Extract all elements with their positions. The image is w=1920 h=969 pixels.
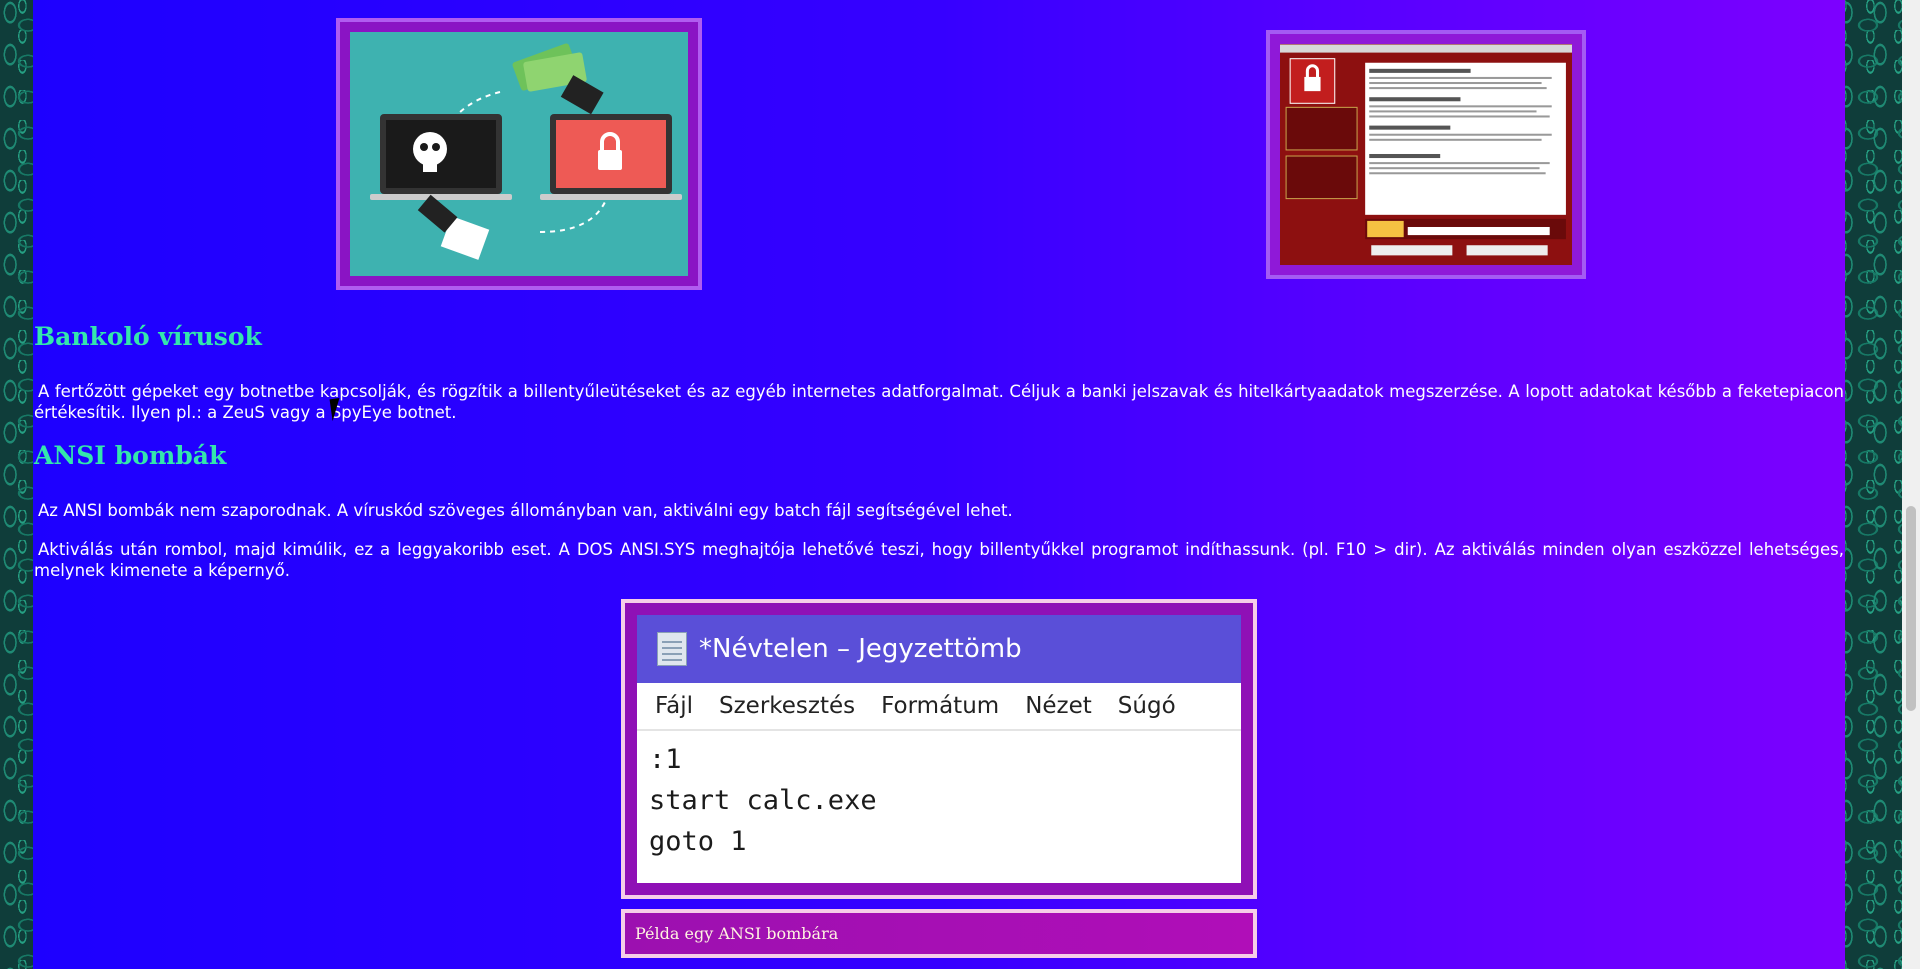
caption-text: Példa egy ANSI bombára bbox=[635, 924, 839, 943]
notepad-line: :1 bbox=[649, 744, 682, 775]
wannacry-screenshot bbox=[1266, 30, 1586, 279]
notepad-title: *Névtelen – Jegyzettömb bbox=[699, 634, 1022, 664]
scrollbar-thumb[interactable] bbox=[1906, 506, 1916, 711]
notepad-titlebar: *Névtelen – Jegyzettömb bbox=[637, 615, 1241, 683]
main-content: Bankoló vírusok A fertőzött gépeket egy … bbox=[33, 0, 1845, 969]
wannacry-screenshot-graphic bbox=[1280, 44, 1572, 265]
ransomware-illustration-graphic bbox=[350, 32, 688, 276]
notepad-line: goto 1 bbox=[649, 826, 747, 857]
heading-ansi-bombak: ANSI bombák bbox=[34, 441, 227, 470]
page-scrollbar[interactable] bbox=[1902, 0, 1920, 969]
ransomware-illustration bbox=[336, 18, 702, 290]
notepad-menu-fajl: Fájl bbox=[655, 693, 693, 719]
paragraph-ansi-bombak-1: Az ANSI bombák nem szaporodnak. A vírusk… bbox=[38, 501, 1013, 520]
heading-bankolo-virusok: Bankoló vírusok bbox=[34, 322, 262, 351]
notepad-icon bbox=[657, 632, 687, 666]
notepad-screenshot: *Névtelen – Jegyzettömb Fájl Szerkesztés… bbox=[621, 599, 1257, 899]
notepad-menu-sugo: Súgó bbox=[1117, 693, 1176, 719]
mouse-cursor-icon bbox=[329, 396, 351, 422]
notepad-caption: Példa egy ANSI bombára bbox=[621, 909, 1257, 958]
paragraph-ansi-bombak-2: Aktiválás után rombol, majd kimúlik, ez … bbox=[34, 540, 1844, 580]
notepad-text: :1 start calc.exe goto 1 bbox=[637, 731, 1241, 870]
paragraph-bankolo-virusok: A fertőzött gépeket egy botnetbe kapcsol… bbox=[34, 382, 1844, 422]
notepad-menubar: Fájl Szerkesztés Formátum Nézet Súgó bbox=[637, 683, 1241, 731]
notepad-line: start calc.exe bbox=[649, 785, 877, 816]
notepad-menu-nezet: Nézet bbox=[1025, 693, 1092, 719]
notepad-menu-formatum: Formátum bbox=[881, 693, 1000, 719]
notepad-menu-szerkesztes: Szerkesztés bbox=[719, 693, 856, 719]
notepad-window: *Névtelen – Jegyzettömb Fájl Szerkesztés… bbox=[637, 615, 1241, 883]
